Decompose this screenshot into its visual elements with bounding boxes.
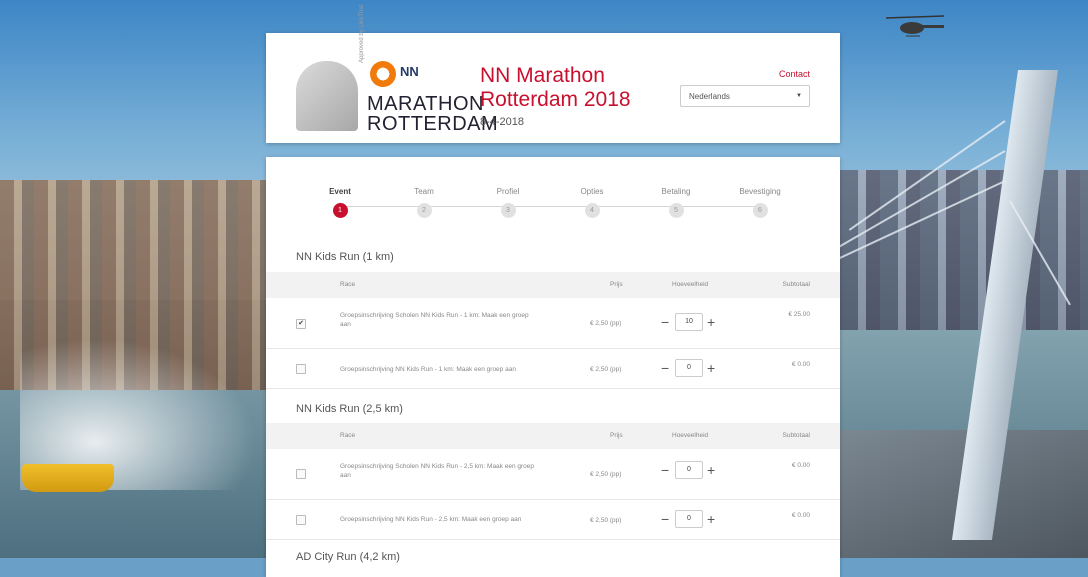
language-select[interactable]: Nederlands ▼: [680, 85, 810, 107]
column-quantity: Hoeveelheid: [672, 281, 709, 288]
chevron-down-icon: ▼: [796, 93, 802, 99]
section-title: NN Kids Run (2,5 km): [296, 403, 403, 415]
step-number: 4: [584, 203, 600, 218]
table-row: ✔ Groepsinschrijving Scholen NN Kids Run…: [266, 298, 840, 349]
column-price: Prijs: [610, 432, 623, 439]
progress-steps: Event 1 Team 2 Profiel 3 Opties 4 Betali…: [312, 187, 792, 227]
nn-logo-text: NN: [400, 64, 419, 79]
quantity-input[interactable]: 10: [675, 313, 703, 331]
quantity-input[interactable]: 0: [675, 359, 703, 377]
row-checkbox[interactable]: [296, 469, 306, 479]
column-race: Race: [340, 281, 356, 288]
table-header: Race Prijs Hoeveelheid Subtotaal: [266, 272, 840, 298]
step-label: Team: [414, 187, 434, 196]
race-price: € 2,50 (pp): [590, 517, 622, 524]
step-number: 2: [416, 203, 432, 218]
step-label: Bevestiging: [739, 187, 781, 196]
table-row: Groepsinschrijving NN Kids Run - 1 km: M…: [266, 349, 840, 389]
event-title: NN Marathon Rotterdam 2018: [480, 64, 631, 111]
row-subtotal: € 0.00: [791, 361, 810, 368]
step-number: 3: [500, 203, 516, 218]
race-name: Groepsinschrijving Scholen NN Kids Run -…: [340, 463, 535, 479]
quantity-stepper: − 10 +: [661, 313, 717, 331]
quantity-increase-button[interactable]: +: [707, 313, 715, 331]
column-quantity: Hoeveelheid: [672, 432, 709, 439]
section-title: NN Kids Run (1 km): [296, 251, 394, 263]
section-title: AD City Run (4,2 km): [296, 551, 400, 563]
step-team[interactable]: Team 2: [396, 187, 452, 218]
step-bevestiging[interactable]: Bevestiging 6: [732, 187, 788, 218]
race-name: Groepsinschrijving NN Kids Run - 2,5 km:…: [340, 516, 522, 523]
column-price: Prijs: [610, 281, 623, 288]
quantity-input[interactable]: 0: [675, 461, 703, 479]
race-name: Groepsinschrijving NN Kids Run - 1 km: M…: [340, 366, 516, 373]
row-subtotal: € 0.00: [791, 462, 810, 469]
quantity-stepper: − 0 +: [661, 510, 717, 528]
registration-card: Event 1 Team 2 Profiel 3 Opties 4 Betali…: [266, 157, 840, 577]
row-checkbox[interactable]: [296, 515, 306, 525]
row-subtotal: € 0.00: [791, 512, 810, 519]
step-profiel[interactable]: Profiel 3: [480, 187, 536, 218]
race-price: € 2,50 (pp): [590, 471, 622, 478]
race-price: € 2,50 (pp): [590, 366, 622, 373]
quantity-increase-button[interactable]: +: [707, 359, 715, 377]
event-date: 8-4-2018: [480, 116, 525, 128]
logo-word-rotterdam: ROTTERDAM: [367, 113, 499, 135]
row-subtotal: € 25.00: [788, 311, 810, 318]
nn-logo-icon: [370, 61, 396, 87]
quantity-increase-button[interactable]: +: [707, 461, 715, 479]
quantity-stepper: − 0 +: [661, 461, 717, 479]
column-race: Race: [340, 432, 356, 439]
table-row: Groepsinschrijving Scholen NN Kids Run -…: [266, 449, 840, 500]
table-row: Groepsinschrijving NN Kids Run - 2,5 km:…: [266, 500, 840, 540]
row-checkbox[interactable]: ✔: [296, 319, 306, 329]
step-number: 1: [332, 203, 348, 218]
race-price: € 2,50 (pp): [590, 320, 622, 327]
language-select-value: Nederlands: [689, 92, 730, 101]
event-header-card: Approved by LikeThat NN MARATHON ROTTERD…: [266, 5, 840, 143]
table-header: Race Prijs Hoeveelheid Subtotaal: [266, 423, 840, 449]
quantity-stepper: − 0 +: [661, 359, 717, 377]
runners-logo-icon: [296, 61, 358, 131]
contact-link[interactable]: Contact: [779, 69, 810, 79]
step-label: Profiel: [496, 187, 520, 196]
quantity-decrease-button[interactable]: −: [661, 461, 669, 479]
step-number: 5: [668, 203, 684, 218]
logo-approved-text: Approved by LikeThat: [359, 4, 365, 63]
quantity-input[interactable]: 0: [675, 510, 703, 528]
step-opties[interactable]: Opties 4: [564, 187, 620, 218]
step-number: 6: [752, 203, 768, 218]
quantity-decrease-button[interactable]: −: [661, 313, 669, 331]
quantity-decrease-button[interactable]: −: [661, 510, 669, 528]
check-icon: ✔: [298, 320, 304, 327]
step-label: Opties: [580, 187, 604, 196]
column-subtotal: Subtotaal: [782, 432, 810, 439]
helicopter-icon: [885, 15, 945, 37]
step-betaling[interactable]: Betaling 5: [648, 187, 704, 218]
step-label: Event: [329, 187, 351, 196]
column-subtotal: Subtotaal: [782, 281, 810, 288]
background-boat: [22, 464, 114, 492]
quantity-decrease-button[interactable]: −: [661, 359, 669, 377]
quantity-increase-button[interactable]: +: [707, 510, 715, 528]
row-checkbox[interactable]: [296, 364, 306, 374]
step-label: Betaling: [661, 187, 691, 196]
race-name: Groepsinschrijving Scholen NN Kids Run -…: [340, 312, 529, 328]
step-event[interactable]: Event 1: [312, 187, 368, 218]
background-city-right: [840, 170, 1088, 330]
